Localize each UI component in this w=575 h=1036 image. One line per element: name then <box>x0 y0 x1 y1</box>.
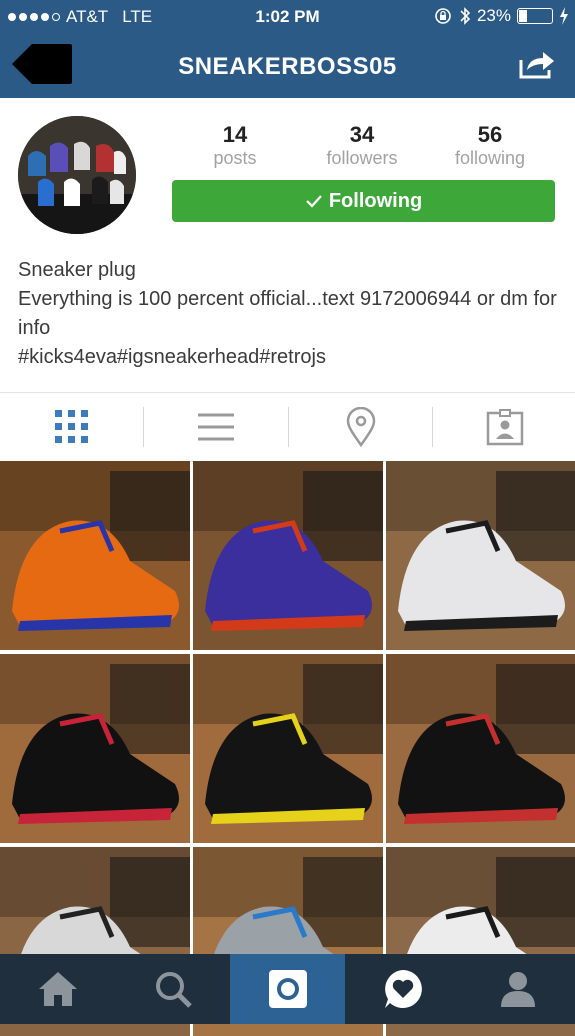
black-retro-8-photo <box>386 654 575 843</box>
photo-thumbnail[interactable] <box>0 654 190 843</box>
bio-description: Everything is 100 percent official...tex… <box>18 288 557 339</box>
photo-thumbnail[interactable] <box>386 654 575 843</box>
profile-avatar[interactable] <box>18 116 136 234</box>
photo-thumbnail[interactable] <box>0 461 190 650</box>
tab-camera[interactable] <box>230 954 345 1024</box>
status-right: 23% <box>433 6 569 26</box>
camera-icon <box>268 970 307 1008</box>
checkmark-icon <box>306 195 322 208</box>
following-count: 56 <box>477 122 503 147</box>
white-grey-retro-13-photo <box>386 461 575 650</box>
tagged-photos-icon <box>486 409 523 446</box>
orange-blue-foamposite-photo <box>0 461 190 650</box>
followers-count: 34 <box>349 122 375 147</box>
black-red-retro-11-photo <box>0 654 190 843</box>
bio-hashtags[interactable]: #kicks4eva#igsneakerhead#retrojs <box>18 343 563 372</box>
tab-list[interactable] <box>144 393 287 461</box>
posts-label: posts <box>213 148 257 168</box>
black-yellow-retro-14-photo <box>193 654 383 843</box>
profile-header: SNEAKERBOSS05 <box>0 34 575 98</box>
search-icon <box>155 972 192 1008</box>
share-icon[interactable] <box>517 48 557 80</box>
posts-count: 14 <box>222 122 248 147</box>
home-icon <box>38 972 77 1006</box>
purple-retro-8-photo <box>193 461 383 650</box>
profile-username-title: SNEAKERBOSS05 <box>178 53 397 80</box>
tab-profile[interactable] <box>460 954 575 1024</box>
tab-map[interactable] <box>289 393 432 461</box>
followers-label: followers <box>326 148 398 168</box>
profile-bio: Sneaker plug Everything is 100 percent o… <box>18 256 563 372</box>
orientation-lock-icon <box>435 8 451 24</box>
following-button-label: Following <box>328 189 423 212</box>
photo-thumbnail[interactable] <box>193 654 383 843</box>
profile-view-tabs <box>0 392 575 462</box>
tab-tagged[interactable] <box>433 393 575 461</box>
list-icon <box>197 413 234 441</box>
following-button[interactable]: Following <box>172 180 555 222</box>
tab-home[interactable] <box>0 954 115 1024</box>
stat-following[interactable]: 56 following <box>430 122 550 169</box>
grid-icon <box>54 410 88 443</box>
profile-icon <box>500 972 535 1007</box>
tab-grid[interactable] <box>0 393 143 461</box>
charging-bolt-icon <box>560 7 568 25</box>
activity-icon <box>384 970 422 1008</box>
photo-thumbnail[interactable] <box>386 461 575 650</box>
avatar-sneakers-photo <box>18 116 136 234</box>
tab-search[interactable] <box>115 954 230 1024</box>
status-bar: AT&T LTE 1:02 PM 23% <box>0 0 575 34</box>
following-label: following <box>454 148 526 168</box>
tab-activity[interactable] <box>345 954 460 1024</box>
stat-posts[interactable]: 14 posts <box>175 122 295 169</box>
bio-name: Sneaker plug <box>18 259 136 281</box>
battery-percent: 23% <box>476 6 511 25</box>
bluetooth-icon <box>460 7 471 25</box>
battery-icon <box>517 8 553 24</box>
location-pin-icon <box>346 407 375 447</box>
photo-thumbnail[interactable] <box>193 461 383 650</box>
bottom-tab-bar <box>0 954 575 1024</box>
photo-grid <box>0 461 575 1036</box>
stat-followers[interactable]: 34 followers <box>302 122 422 169</box>
